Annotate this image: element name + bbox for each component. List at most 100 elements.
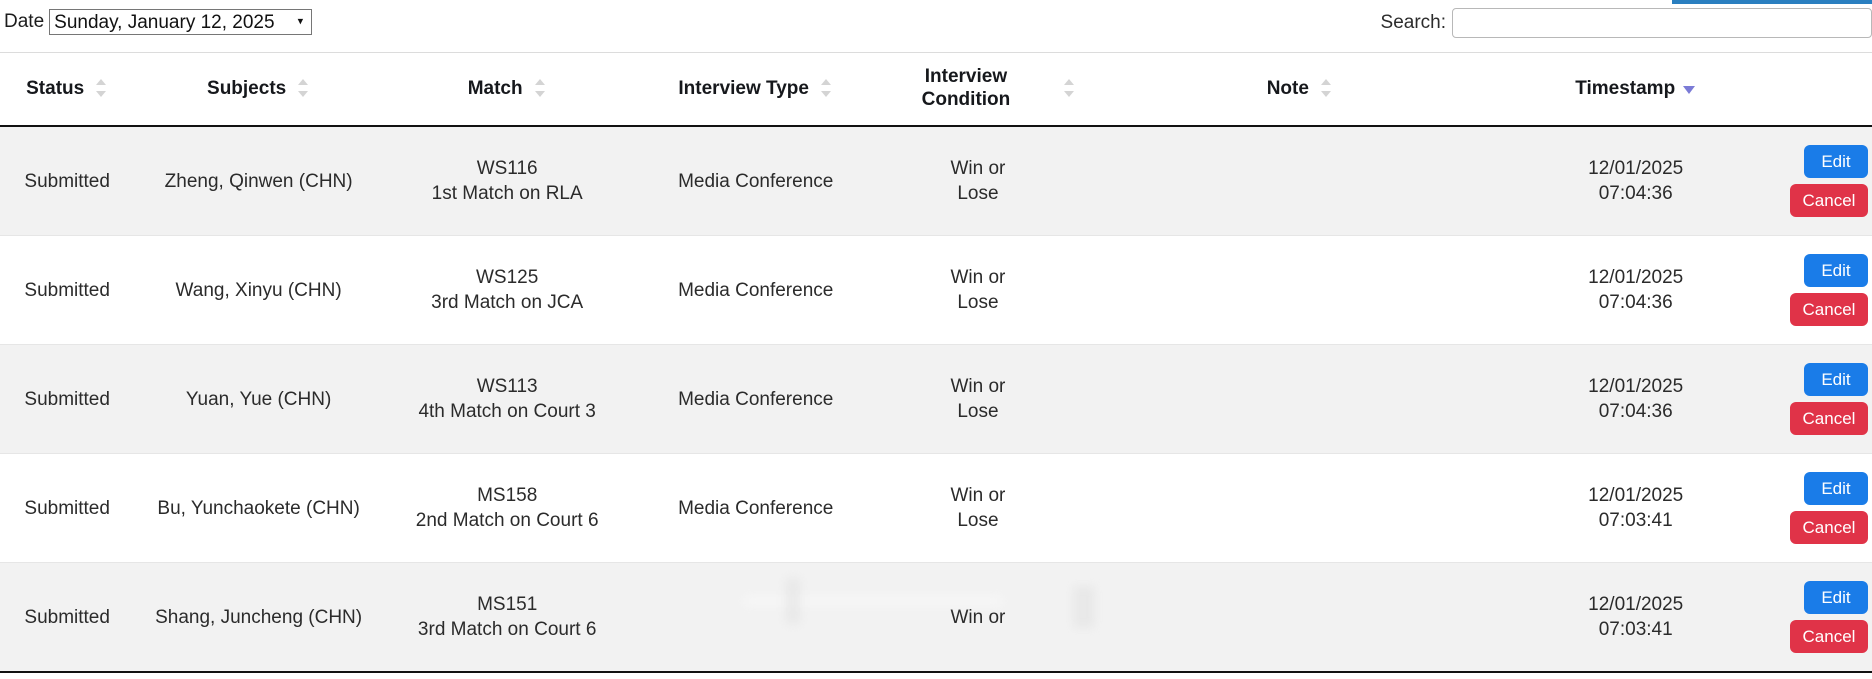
timestamp-date: 12/01/2025: [1588, 267, 1684, 289]
cell-timestamp: 12/01/2025 07:03:41: [1523, 562, 1748, 674]
cancel-button[interactable]: Cancel: [1790, 620, 1868, 654]
timestamp-date: 12/01/2025: [1588, 594, 1684, 616]
timestamp-time: 07:03:41: [1598, 510, 1673, 532]
timestamp-time: 07:04:36: [1598, 401, 1673, 423]
col-header-match[interactable]: Match: [382, 52, 632, 128]
cell-subject: Wang, Xinyu (CHN): [134, 235, 383, 346]
table-row: Submitted Yuan, Yue (CHN) WS113 4th Matc…: [0, 344, 1872, 455]
cell-status: Submitted: [0, 344, 135, 455]
cell-interview-type: Media Conference: [631, 344, 880, 455]
cell-interview-type: Media Conference: [631, 126, 880, 237]
col-header-note-label: Note: [1266, 77, 1309, 99]
cell-match: WS116 1st Match on RLA: [382, 126, 632, 237]
col-header-interview-type[interactable]: Interview Type: [631, 52, 880, 128]
cell-note: [1075, 453, 1524, 564]
col-header-timestamp[interactable]: Timestamp: [1523, 52, 1748, 128]
col-header-interview-condition-label: Interview Condition: [921, 66, 1011, 111]
table-row: Submitted Bu, Yunchaokete (CHN) MS158 2n…: [0, 453, 1872, 564]
table-row: Submitted Shang, Juncheng (CHN) MS151 3r…: [0, 562, 1872, 674]
col-header-subjects-label: Subjects: [207, 77, 287, 99]
col-header-interview-condition[interactable]: Interview Condition: [879, 52, 1076, 128]
timestamp-time: 07:03:41: [1598, 619, 1673, 641]
cell-interview-type: [631, 562, 880, 674]
cancel-button[interactable]: Cancel: [1790, 293, 1868, 327]
search-filter: Search:: [1381, 8, 1872, 38]
sort-icon[interactable]: [1319, 78, 1333, 98]
col-header-status[interactable]: Status: [0, 52, 135, 128]
match-code: WS116: [476, 158, 538, 180]
col-header-timestamp-label: Timestamp: [1575, 77, 1676, 99]
cell-status: Submitted: [0, 126, 135, 237]
cell-status: Submitted: [0, 562, 135, 674]
match-detail: 2nd Match on Court 6: [415, 510, 599, 532]
table-header-row: Status Subjects Match Interview Type Int…: [0, 52, 1872, 128]
sort-icon[interactable]: [94, 78, 108, 98]
timestamp-date: 12/01/2025: [1588, 376, 1684, 398]
match-detail: 3rd Match on Court 6: [417, 619, 597, 641]
cell-interview-condition: Win or Lose: [879, 126, 1076, 237]
interview-requests-page: Date Sunday, January 12, 2025 ▾ Search:: [0, 0, 1872, 679]
edit-button[interactable]: Edit: [1804, 581, 1868, 615]
sort-icon[interactable]: [296, 78, 310, 98]
edit-button[interactable]: Edit: [1804, 363, 1868, 397]
col-header-match-label: Match: [467, 77, 523, 99]
match-code: WS113: [476, 376, 538, 398]
cell-timestamp: 12/01/2025 07:03:41: [1523, 453, 1748, 564]
cell-interview-type: Media Conference: [631, 235, 880, 346]
cancel-button[interactable]: Cancel: [1790, 402, 1868, 436]
table-head: Status Subjects Match Interview Type Int…: [0, 52, 1872, 128]
cell-status: Submitted: [0, 453, 135, 564]
edit-button[interactable]: Edit: [1804, 472, 1868, 506]
match-code: MS158: [477, 485, 538, 507]
interview-requests-table: Status Subjects Match Interview Type Int…: [0, 52, 1872, 674]
condition-line-1: Win or: [950, 267, 1006, 289]
cell-interview-condition: Win or Lose: [879, 453, 1076, 564]
timestamp-date: 12/01/2025: [1588, 158, 1684, 180]
condition-line-2: Lose: [957, 183, 999, 205]
cell-interview-condition: Win or Lose: [879, 344, 1076, 455]
condition-line-2: Lose: [957, 401, 999, 423]
match-detail: 4th Match on Court 3: [418, 401, 596, 423]
date-label: Date: [4, 11, 45, 32]
cancel-button[interactable]: Cancel: [1790, 511, 1868, 545]
col-header-note[interactable]: Note: [1075, 52, 1524, 128]
cell-note: [1075, 235, 1524, 346]
table-body: Submitted Zheng, Qinwen (CHN) WS116 1st …: [0, 126, 1872, 674]
cell-match: MS158 2nd Match on Court 6: [382, 453, 632, 564]
sort-desc-icon[interactable]: [1683, 81, 1696, 95]
cell-note: [1075, 344, 1524, 455]
condition-line-2: Lose: [957, 510, 999, 532]
cell-actions: Edit Cancel: [1747, 126, 1872, 237]
sort-icon[interactable]: [819, 78, 833, 98]
search-input[interactable]: [1452, 8, 1872, 38]
cell-match: MS151 3rd Match on Court 6: [382, 562, 632, 674]
cell-actions: Edit Cancel: [1747, 235, 1872, 346]
cell-interview-condition: Win or Lose: [879, 235, 1076, 346]
condition-line-1: Win or: [950, 376, 1006, 398]
date-select-wrapper[interactable]: Sunday, January 12, 2025 ▾: [49, 9, 313, 35]
col-header-subjects[interactable]: Subjects: [134, 52, 383, 128]
cell-note: [1075, 126, 1524, 237]
col-header-actions: [1747, 52, 1872, 128]
table-row: Submitted Wang, Xinyu (CHN) WS125 3rd Ma…: [0, 235, 1872, 346]
date-select[interactable]: Sunday, January 12, 2025: [49, 9, 313, 35]
cell-subject: Yuan, Yue (CHN): [134, 344, 383, 455]
cell-timestamp: 12/01/2025 07:04:36: [1523, 126, 1748, 237]
edit-button[interactable]: Edit: [1804, 145, 1868, 179]
cell-actions: Edit Cancel: [1747, 453, 1872, 564]
edit-button[interactable]: Edit: [1804, 254, 1868, 288]
date-filter: Date Sunday, January 12, 2025 ▾: [4, 9, 313, 35]
sort-icon[interactable]: [1062, 78, 1076, 98]
cell-match: WS125 3rd Match on JCA: [382, 235, 632, 346]
match-detail: 3rd Match on JCA: [431, 292, 584, 314]
sort-icon[interactable]: [533, 78, 547, 98]
condition-line-2: Lose: [957, 292, 999, 314]
match-code: WS125: [476, 267, 539, 289]
col-header-interview-type-label: Interview Type: [678, 77, 809, 99]
cell-timestamp: 12/01/2025 07:04:36: [1523, 344, 1748, 455]
cancel-button[interactable]: Cancel: [1790, 184, 1868, 218]
condition-line-1: Win or: [950, 158, 1006, 180]
cell-subject: Shang, Juncheng (CHN): [134, 562, 383, 674]
timestamp-time: 07:04:36: [1598, 183, 1673, 205]
cell-interview-type: Media Conference: [631, 453, 880, 564]
